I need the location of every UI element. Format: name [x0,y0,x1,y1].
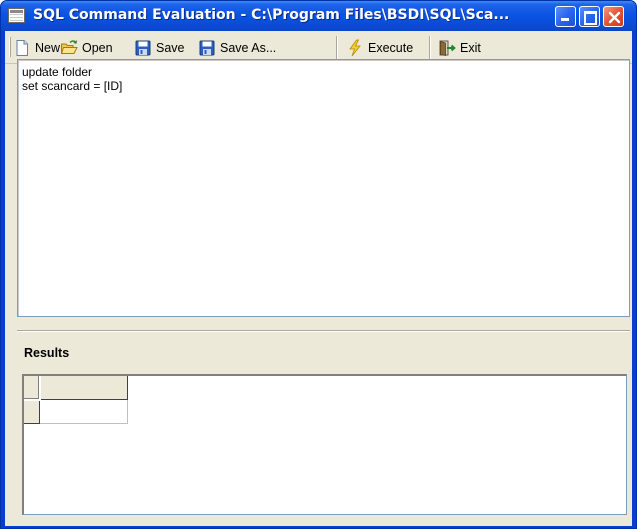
app-window: SQL Command Evaluation - C:\Program File… [0,0,637,529]
new-button[interactable]: New [13,37,60,59]
grid-row-header[interactable] [24,400,40,424]
exit-door-icon [438,39,456,57]
grid-cell[interactable] [40,400,128,424]
save-as-disk-icon [198,39,216,57]
grid-corner-cell[interactable] [24,376,40,400]
exit-label: Exit [460,41,481,55]
open-folder-icon [60,39,78,57]
save-as-label: Save As... [220,41,277,55]
execute-label: Execute [368,41,414,55]
window-title: SQL Command Evaluation - C:\Program File… [33,7,510,23]
lightning-icon [346,39,364,57]
results-grid[interactable] [22,374,627,515]
grid-column-header[interactable] [40,376,128,400]
maximize-button[interactable] [579,6,600,27]
toolbar-separator [429,36,431,60]
close-button[interactable] [603,6,624,27]
save-as-button[interactable]: Save As... [198,37,276,59]
save-button[interactable]: Save [134,37,185,59]
open-button[interactable]: Open [60,37,113,59]
toolbar-separator [336,36,338,60]
exit-button[interactable]: Exit [438,37,481,59]
editor-line: update folder [22,65,93,79]
execute-button[interactable]: Execute [346,37,413,59]
editor-line: set scancard = [ID] [22,79,123,93]
title-bar[interactable]: SQL Command Evaluation - C:\Program File… [1,1,636,31]
minimize-button[interactable] [555,6,576,27]
splitter[interactable] [17,330,630,332]
results-heading: Results [24,346,70,360]
new-document-icon [13,39,31,57]
app-table-icon[interactable] [8,8,25,23]
save-label: Save [156,41,185,55]
save-disk-icon [134,39,152,57]
sql-editor[interactable]: update folder set scancard = [ID] [17,59,630,317]
new-label: New [35,41,61,55]
close-icon [608,11,621,24]
toolbar-grip[interactable] [9,37,11,57]
open-label: Open [82,41,113,55]
